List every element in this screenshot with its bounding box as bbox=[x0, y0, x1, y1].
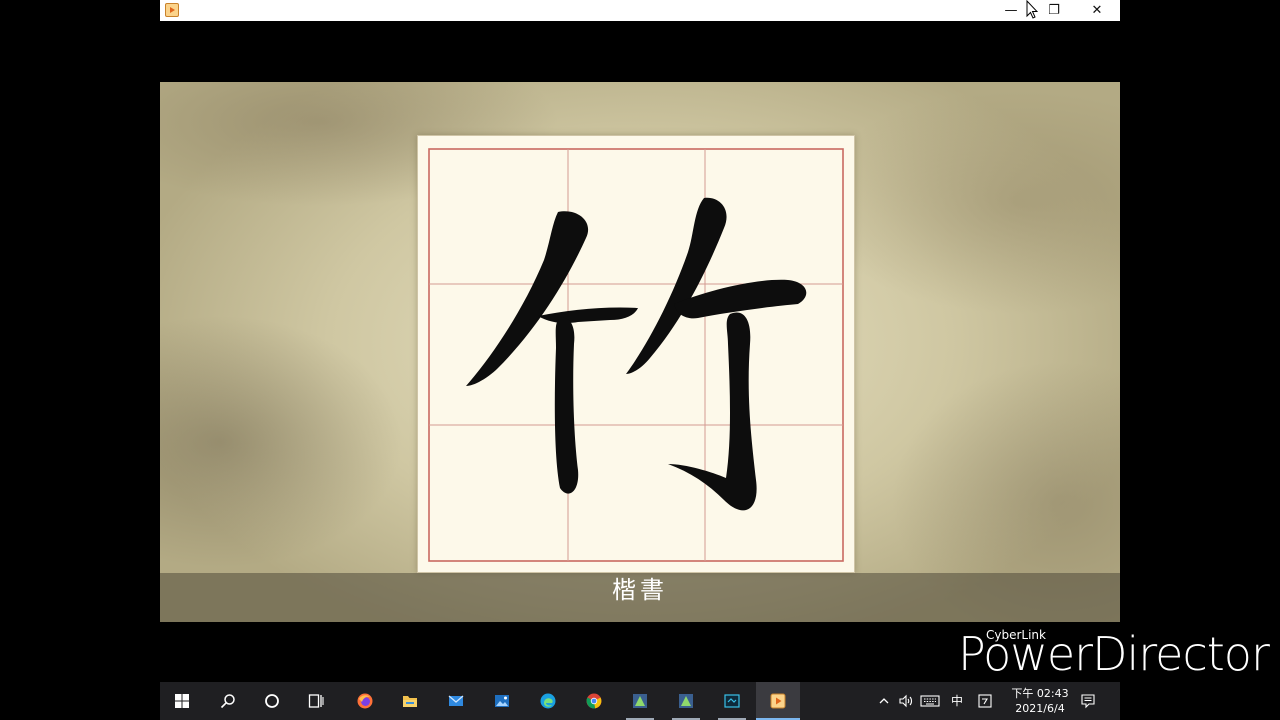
taskbar-chrome[interactable] bbox=[572, 682, 616, 720]
task-view-button[interactable] bbox=[294, 682, 338, 720]
app-green-icon bbox=[633, 694, 647, 708]
taskbar-file-explorer[interactable] bbox=[388, 682, 432, 720]
edge-icon bbox=[540, 693, 556, 709]
taskbar-app-1[interactable] bbox=[618, 682, 662, 720]
taskbar-edge[interactable] bbox=[526, 682, 570, 720]
video-frame[interactable]: 楷書 bbox=[160, 82, 1120, 622]
cortana-icon bbox=[265, 694, 279, 708]
taskbar-powerdirector[interactable] bbox=[756, 682, 800, 720]
powerdirector-icon bbox=[770, 693, 786, 709]
clock-date[interactable]: 2021/6/4 bbox=[1008, 702, 1072, 715]
action-center-icon[interactable] bbox=[1080, 693, 1096, 709]
screen: — ❐ ✕ 楷書 CyberLink PowerDirector 中 下午 02… bbox=[0, 0, 1280, 720]
video-caption: 楷書 bbox=[612, 576, 668, 604]
window-title-bar[interactable]: — ❐ ✕ bbox=[160, 0, 1120, 21]
keyboard-icon[interactable] bbox=[920, 693, 940, 709]
watermark-product: PowerDirector bbox=[958, 627, 1270, 681]
taskbar-photos[interactable] bbox=[480, 682, 524, 720]
mouse-cursor-icon bbox=[1026, 0, 1038, 19]
start-button[interactable] bbox=[160, 682, 204, 720]
ime-toolbar-icon[interactable] bbox=[978, 693, 992, 709]
windows-icon bbox=[175, 694, 189, 708]
taskbar-app-3[interactable] bbox=[710, 682, 754, 720]
bamboo-character bbox=[466, 197, 807, 511]
search-button[interactable] bbox=[206, 682, 250, 720]
task-view-icon bbox=[308, 694, 324, 708]
taskbar-mail[interactable] bbox=[434, 682, 478, 720]
calligraphy-practice-paper bbox=[417, 135, 855, 573]
mail-icon bbox=[448, 695, 464, 706]
system-tray: 中 下午 02:43 2021/6/4 bbox=[874, 682, 1120, 720]
screen-capture-icon bbox=[724, 694, 740, 708]
maximize-button[interactable]: ❐ bbox=[1032, 0, 1076, 21]
photos-icon bbox=[495, 695, 509, 707]
app-green-icon bbox=[679, 694, 693, 708]
powerdirector-app-icon bbox=[165, 3, 179, 17]
chrome-icon bbox=[586, 693, 602, 709]
ime-mode-indicator[interactable]: 中 bbox=[951, 693, 963, 709]
taskbar-firefox[interactable] bbox=[343, 682, 387, 720]
folder-icon bbox=[403, 696, 417, 707]
clock-time[interactable]: 下午 02:43 bbox=[1008, 685, 1072, 701]
taskbar: 中 下午 02:43 2021/6/4 bbox=[160, 682, 1120, 720]
cortana-button[interactable] bbox=[250, 682, 294, 720]
volume-icon[interactable] bbox=[898, 693, 914, 709]
firefox-icon bbox=[357, 693, 373, 709]
search-icon bbox=[220, 694, 235, 709]
taskbar-app-2[interactable] bbox=[664, 682, 708, 720]
chevron-up-icon[interactable] bbox=[878, 693, 890, 709]
close-button[interactable]: ✕ bbox=[1075, 0, 1119, 21]
